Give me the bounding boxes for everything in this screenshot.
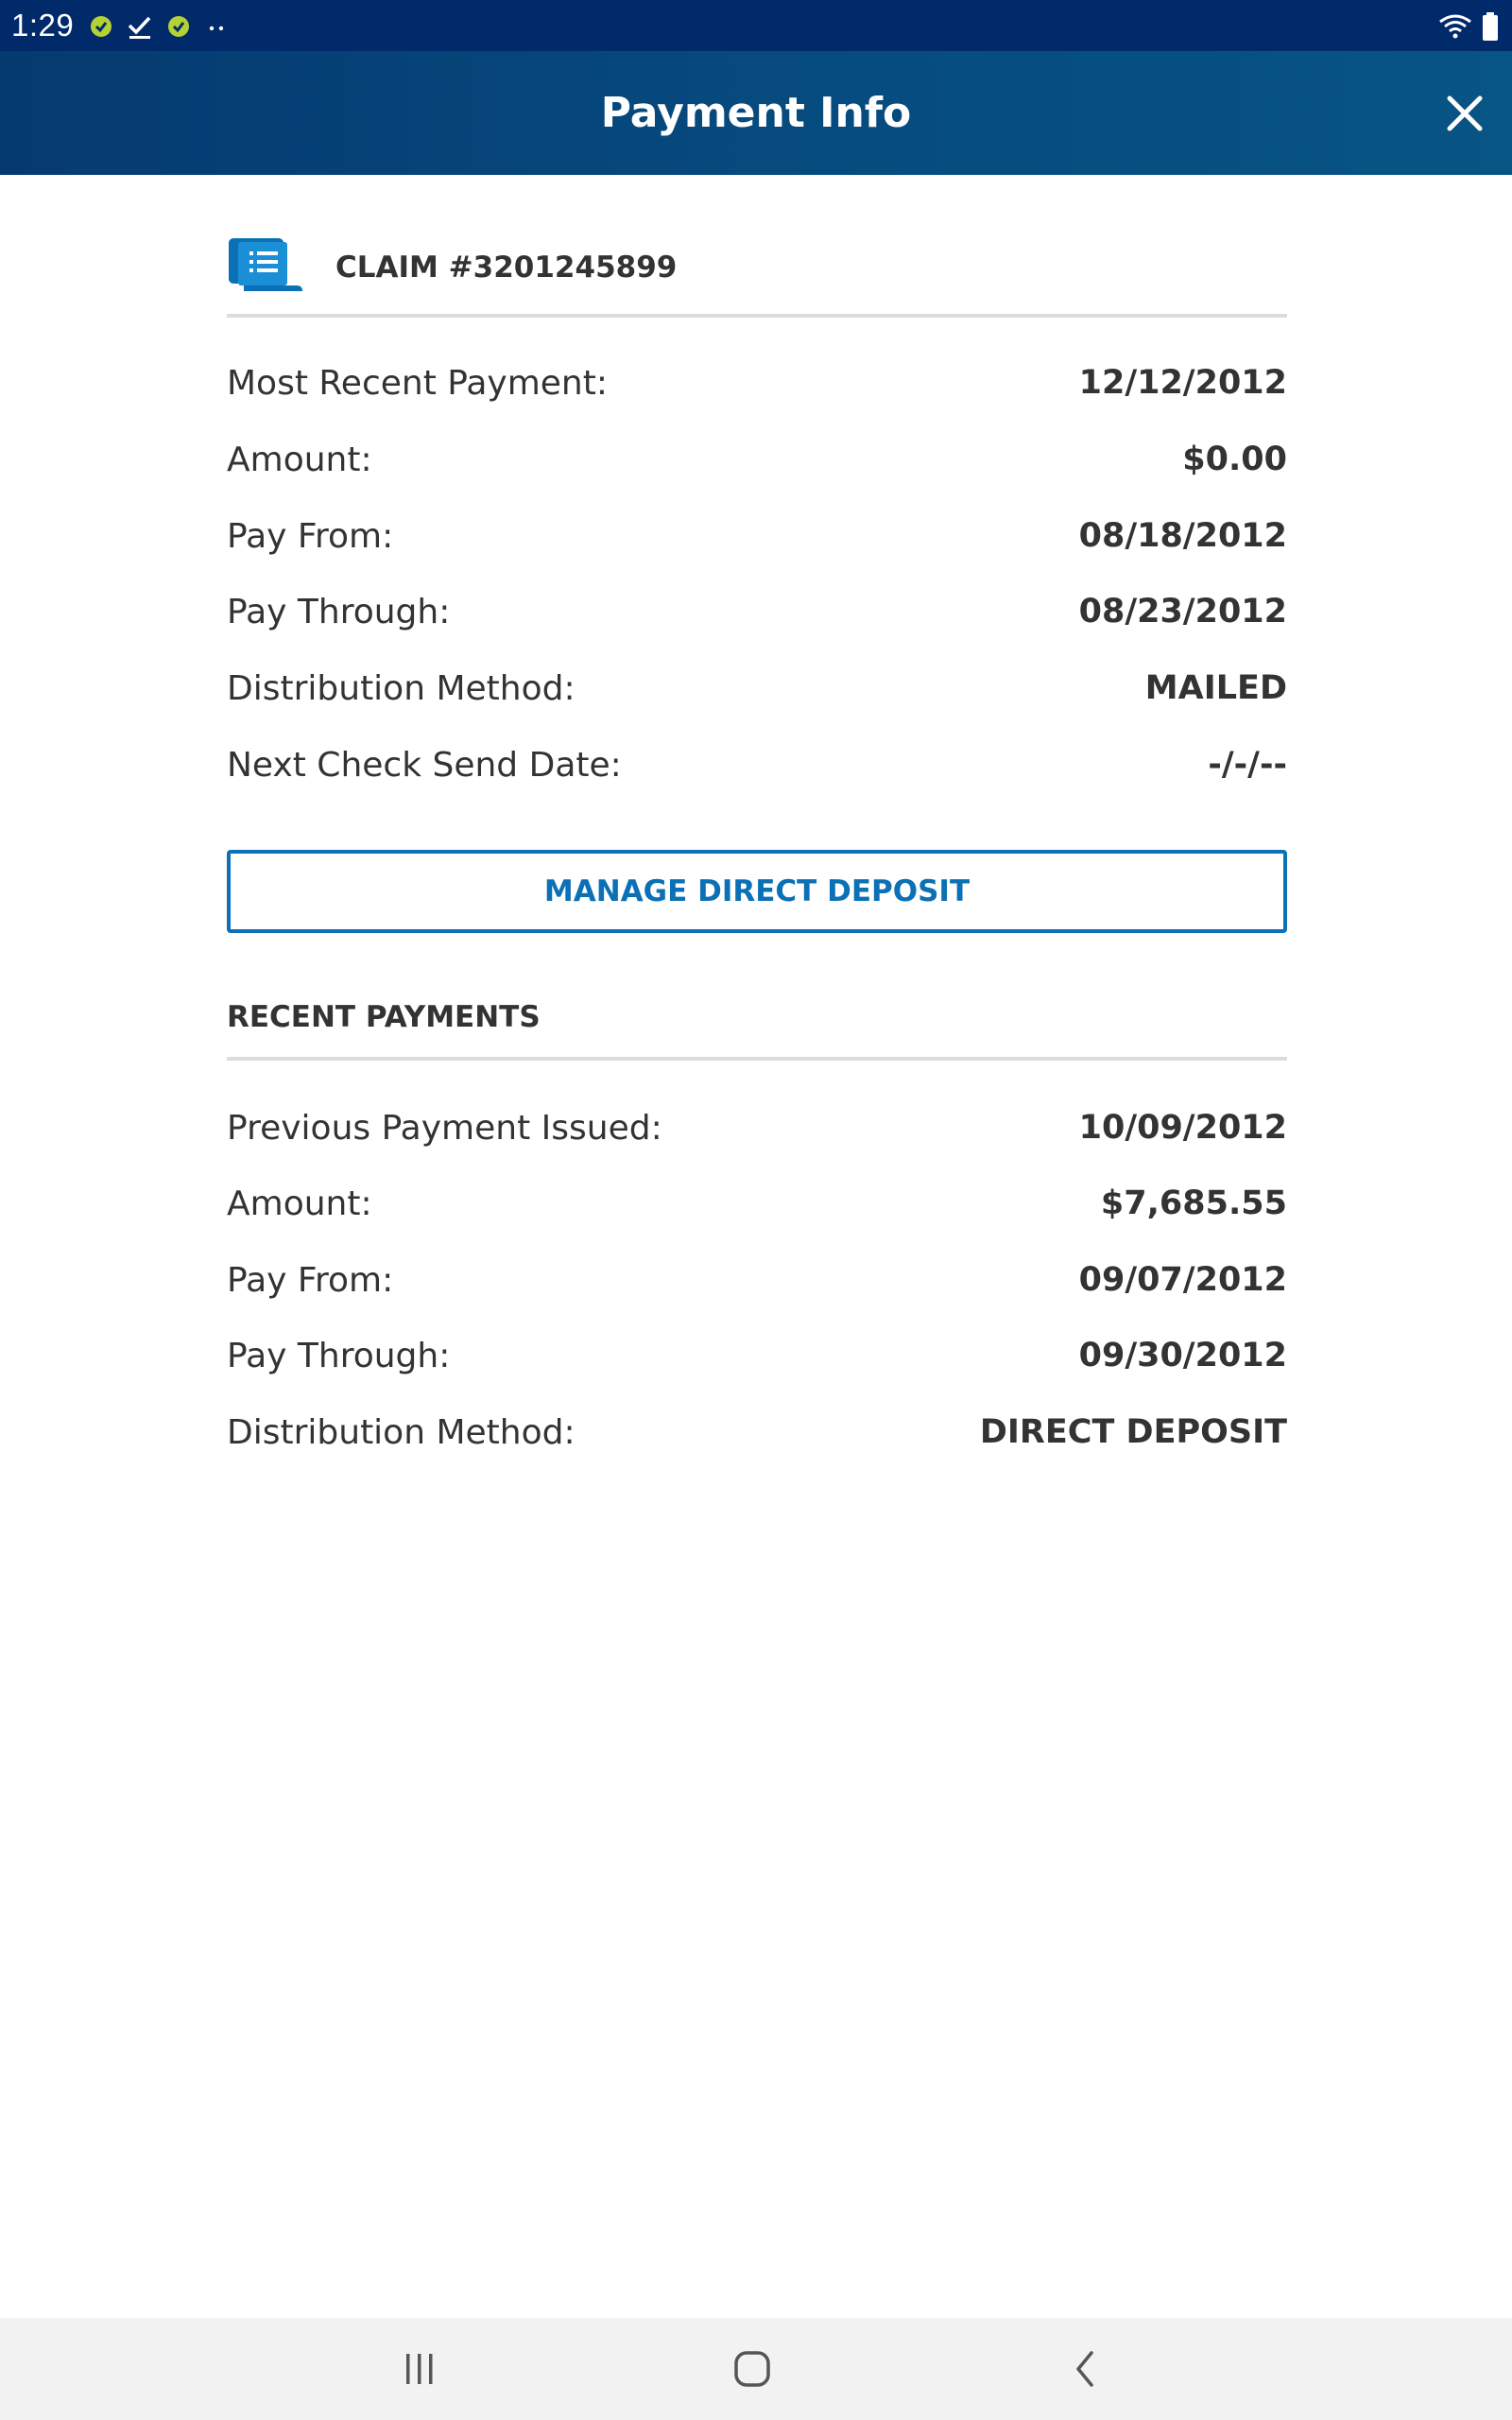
scroll-document-icon [229,238,302,291]
detail-label: Pay From: [227,517,394,556]
system-nav-bar [0,2318,1512,2420]
detail-label: Next Check Send Date: [227,746,622,785]
back-icon [1076,2351,1093,2387]
claim-number: CLAIM #3201245899 [335,251,678,285]
detail-row-pay-from: Pay From: 08/18/2012 [227,517,1287,574]
close-button[interactable] [1446,95,1484,132]
manage-direct-deposit-button[interactable]: MANAGE DIRECT DEPOSIT [227,850,1287,933]
detail-row-distribution-method: Distribution Method: DIRECT DEPOSIT [227,1413,1287,1470]
detail-row-pay-through: Pay Through: 08/23/2012 [227,593,1287,649]
page-title: Payment Info [600,89,912,137]
detail-label: Amount: [227,441,372,479]
recent-payments-heading: RECENT PAYMENTS [227,1000,541,1034]
detail-label: Distribution Method: [227,1413,576,1452]
detail-row-distribution-method: Distribution Method: MAILED [227,669,1287,726]
status-notification-icons [89,11,229,42]
close-icon [1447,95,1483,131]
recent-apps-button[interactable] [382,2341,457,2397]
detail-value: 08/18/2012 [1078,517,1287,555]
detail-row-amount: Amount: $7,685.55 [227,1184,1287,1241]
claim-header: CLAIM #3201245899 [227,236,1287,302]
home-icon [734,2351,770,2387]
detail-value: -/-/-- [1208,746,1287,784]
detail-row-pay-from: Pay From: 09/07/2012 [227,1261,1287,1318]
detail-label: Most Recent Payment: [227,364,608,403]
detail-label: Pay From: [227,1261,394,1300]
detail-value: 12/12/2012 [1078,364,1287,402]
recent-apps-icon [406,2354,433,2384]
status-system-icons [1438,11,1499,42]
battery-icon [1483,12,1498,41]
detail-value: 09/07/2012 [1078,1261,1287,1299]
detail-value: $7,685.55 [1100,1184,1287,1222]
detail-value: DIRECT DEPOSIT [979,1413,1287,1451]
app-notification-icon [91,16,112,37]
divider [227,314,1287,318]
detail-row-most-recent-payment: Most Recent Payment: 12/12/2012 [227,364,1287,421]
detail-value: MAILED [1144,669,1287,707]
detail-label: Amount: [227,1184,372,1223]
detail-value: 10/09/2012 [1078,1109,1287,1147]
detail-label: Pay Through: [227,1337,451,1375]
home-button[interactable] [714,2341,790,2397]
detail-value: 08/23/2012 [1078,593,1287,631]
detail-row-amount: Amount: $0.00 [227,441,1287,497]
status-bar: 1:29 [0,0,1512,51]
detail-row-next-check-send-date: Next Check Send Date: -/-/-- [227,746,1287,803]
app-bar: Payment Info [0,51,1512,175]
more-dots-icon [209,26,224,31]
detail-row-pay-through: Pay Through: 09/30/2012 [227,1337,1287,1393]
wifi-icon [1439,14,1471,39]
detail-value: $0.00 [1182,441,1287,478]
divider [227,1057,1287,1061]
detail-label: Pay Through: [227,593,451,631]
detail-value: 09/30/2012 [1078,1337,1287,1374]
back-button[interactable] [1047,2341,1123,2397]
app-notification-icon [168,16,189,37]
detail-label: Distribution Method: [227,669,576,708]
status-time: 1:29 [11,8,75,43]
detail-row-previous-payment-issued: Previous Payment Issued: 10/09/2012 [227,1109,1287,1166]
checkmark-icon [128,16,151,39]
detail-label: Previous Payment Issued: [227,1109,662,1148]
